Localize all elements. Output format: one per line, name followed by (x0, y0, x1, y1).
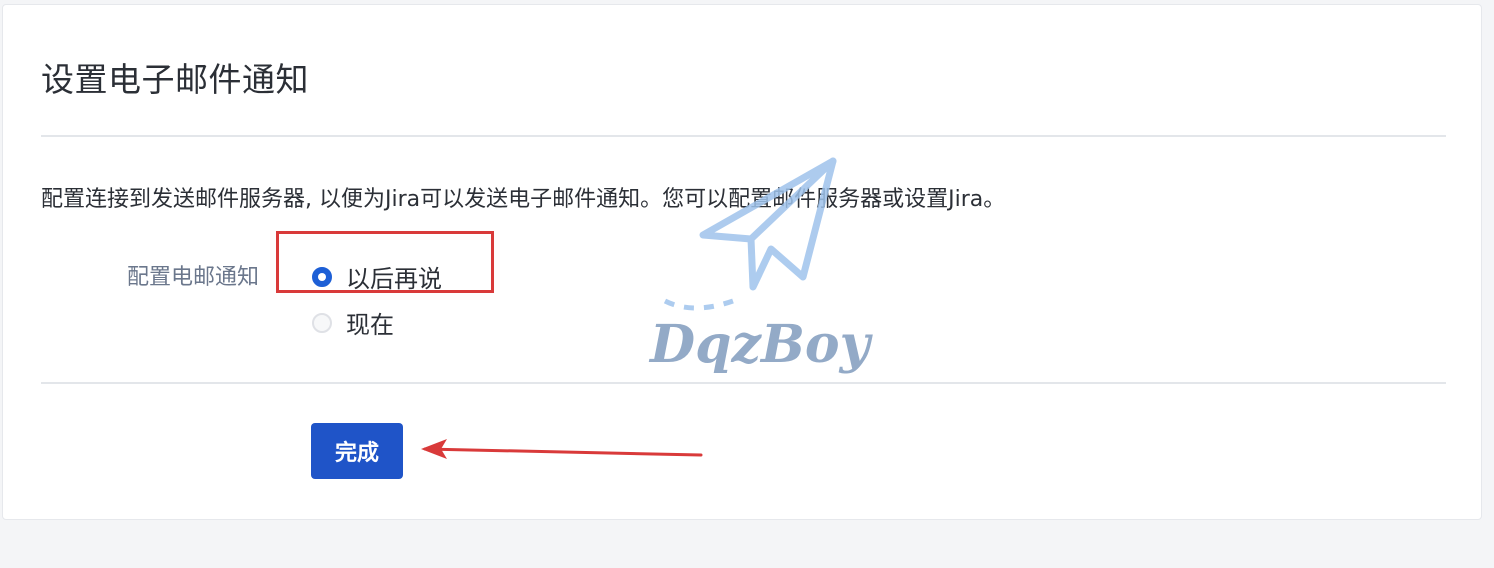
description-text: 配置连接到发送邮件服务器, 以便为Jira可以发送电子邮件通知。您可以配置邮件服… (41, 187, 1006, 212)
paper-plane-icon (663, 157, 837, 311)
radio-checked-icon[interactable] (312, 266, 332, 287)
radio-label-later: 以后再说 (346, 265, 442, 293)
field-label: 配置电邮通知 (127, 265, 260, 290)
divider-bottom (41, 382, 1446, 384)
done-button[interactable]: 完成 (311, 423, 403, 479)
watermark-text: DqzBoy (650, 314, 870, 375)
radio-option-now[interactable]: 现在 (312, 305, 394, 340)
email-notification-panel: 设置电子邮件通知 配置连接到发送邮件服务器, 以便为Jira可以发送电子邮件通知… (2, 4, 1482, 520)
page-title: 设置电子邮件通知 (41, 60, 309, 99)
radio-option-later[interactable]: 以后再说 (312, 259, 442, 294)
radio-unchecked-icon[interactable] (312, 312, 332, 333)
divider-top (41, 135, 1446, 137)
arrow-annotation-icon (421, 439, 703, 459)
radio-label-now: 现在 (346, 311, 394, 339)
